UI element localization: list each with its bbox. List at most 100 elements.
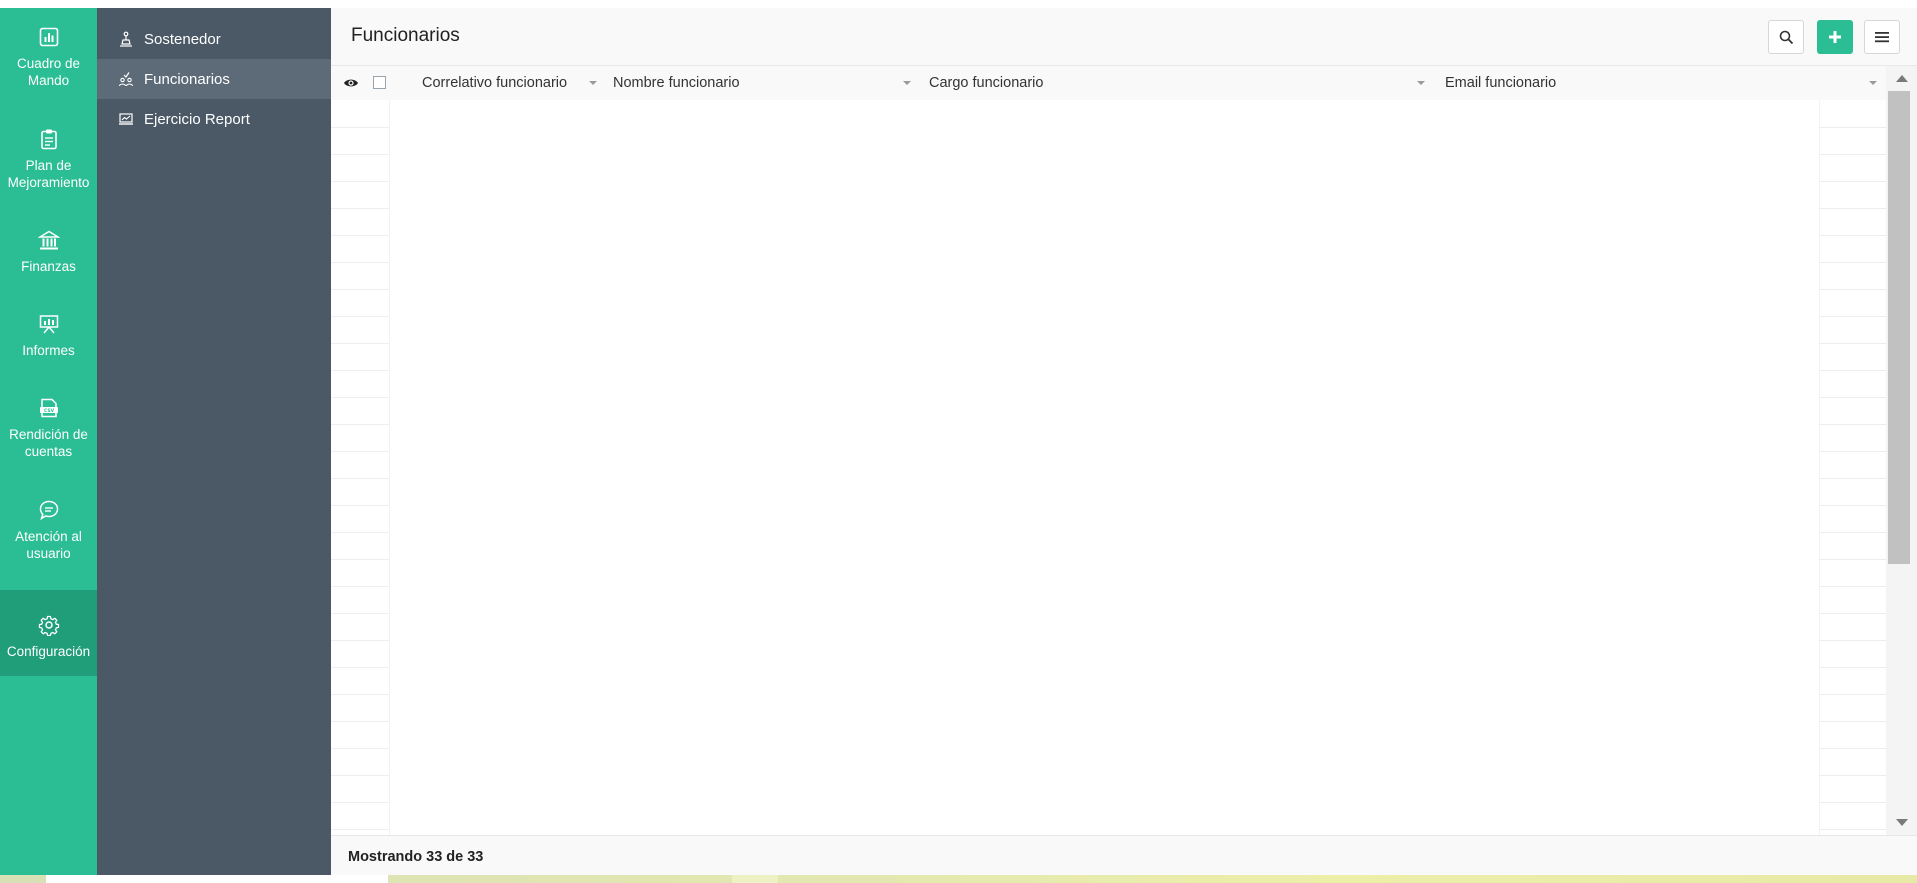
row-separator bbox=[331, 235, 389, 236]
row-separator bbox=[1819, 748, 1886, 749]
sub-nav-item-ejercicio-report[interactable]: Ejercicio Report bbox=[97, 99, 331, 139]
nav-item-label: Informes bbox=[22, 343, 75, 358]
grid-divider bbox=[1819, 100, 1820, 835]
column-header-correlativo[interactable]: Correlativo funcionario bbox=[422, 66, 610, 100]
row-separator bbox=[1819, 532, 1886, 533]
row-separator bbox=[331, 613, 389, 614]
column-header-nombre[interactable]: Nombre funcionario bbox=[613, 66, 919, 100]
nav-item-rendicion-de-cuentas[interactable]: CSV Rendición de cuentas bbox=[0, 397, 97, 460]
row-separator bbox=[331, 829, 389, 830]
row-separator bbox=[1819, 154, 1886, 155]
page-title: Funcionarios bbox=[351, 25, 460, 46]
monitor-chart-icon bbox=[119, 113, 133, 125]
nav-item-cuadro-de-mando[interactable]: Cuadro de Mando bbox=[0, 26, 97, 89]
sub-nav-item-label: Funcionarios bbox=[144, 70, 230, 88]
nav-item-label: Cuadro de Mando bbox=[16, 56, 81, 88]
nav-item-finanzas[interactable]: Finanzas bbox=[0, 229, 97, 275]
svg-text:CSV: CSV bbox=[43, 408, 54, 414]
row-separator bbox=[331, 478, 389, 479]
menu-button[interactable] bbox=[1864, 20, 1900, 54]
search-icon bbox=[1779, 30, 1793, 44]
nav-item-label: Atención al usuario bbox=[15, 529, 82, 561]
sub-nav-item-sostenedor[interactable]: Sostenedor bbox=[97, 19, 331, 59]
row-separator bbox=[1819, 775, 1886, 776]
row-separator bbox=[1819, 289, 1886, 290]
row-separator bbox=[1819, 829, 1886, 830]
row-separator bbox=[331, 154, 389, 155]
row-separator bbox=[1819, 208, 1886, 209]
nav-item-label: Rendición de cuentas bbox=[9, 427, 88, 459]
row-separator bbox=[1819, 262, 1886, 263]
row-separator bbox=[331, 775, 389, 776]
row-separator bbox=[1819, 802, 1886, 803]
nav-item-configuracion[interactable]: Configuración bbox=[0, 590, 97, 676]
row-separator bbox=[331, 667, 389, 668]
sostenedor-icon bbox=[120, 31, 132, 47]
vertical-scrollbar[interactable] bbox=[1886, 66, 1917, 835]
column-header-label: Email funcionario bbox=[1445, 75, 1557, 91]
row-separator bbox=[1819, 667, 1886, 668]
add-button[interactable] bbox=[1817, 20, 1853, 54]
sub-nav-item-funcionarios[interactable]: Funcionarios bbox=[97, 59, 331, 99]
grid-divider bbox=[389, 100, 390, 835]
row-separator bbox=[331, 559, 389, 560]
scroll-up-arrow-icon[interactable] bbox=[1896, 75, 1908, 82]
row-separator bbox=[1819, 586, 1886, 587]
row-separator bbox=[331, 802, 389, 803]
column-header-email[interactable]: Email funcionario bbox=[1445, 66, 1883, 100]
sub-nav-item-label: Sostenedor bbox=[144, 30, 221, 48]
sort-caret-icon bbox=[589, 81, 597, 85]
row-separator bbox=[1819, 343, 1886, 344]
row-separator bbox=[1819, 694, 1886, 695]
bar-chart-icon bbox=[39, 27, 58, 47]
row-separator bbox=[1819, 640, 1886, 641]
sort-caret-icon bbox=[1869, 81, 1877, 85]
row-separator bbox=[331, 586, 389, 587]
row-separator bbox=[1819, 505, 1886, 506]
column-header-cargo[interactable]: Cargo funcionario bbox=[929, 66, 1441, 100]
bank-icon bbox=[37, 230, 60, 250]
chat-bubble-icon bbox=[39, 500, 58, 521]
record-count-status: Mostrando 33 de 33 bbox=[348, 849, 484, 865]
sort-caret-icon bbox=[1417, 81, 1425, 85]
eye-icon bbox=[344, 79, 358, 87]
row-separator bbox=[331, 721, 389, 722]
row-separator bbox=[331, 181, 389, 182]
row-separator bbox=[331, 640, 389, 641]
row-separator bbox=[1819, 613, 1886, 614]
sub-nav: Sostenedor Funcionarios Ejercicio Report bbox=[97, 8, 331, 875]
row-separator bbox=[1819, 559, 1886, 560]
main-nav: Cuadro de Mando Plan de Mejoramiento Fin… bbox=[0, 8, 97, 875]
select-all-checkbox[interactable] bbox=[373, 76, 386, 89]
row-separator bbox=[331, 343, 389, 344]
row-separator bbox=[331, 370, 389, 371]
row-separator bbox=[331, 424, 389, 425]
sub-nav-item-label: Ejercicio Report bbox=[144, 110, 250, 128]
row-separator bbox=[1819, 721, 1886, 722]
row-separator bbox=[331, 262, 389, 263]
nav-item-label: Plan de Mejoramiento bbox=[7, 158, 90, 190]
scrollbar-thumb[interactable] bbox=[1888, 91, 1910, 564]
clipboard-icon bbox=[40, 129, 57, 150]
csv-file-icon: CSV bbox=[39, 398, 58, 418]
row-separator bbox=[1819, 451, 1886, 452]
row-separator bbox=[331, 694, 389, 695]
column-header-label: Cargo funcionario bbox=[929, 75, 1044, 91]
scroll-down-arrow-icon[interactable] bbox=[1896, 819, 1908, 826]
gear-icon bbox=[38, 615, 59, 636]
row-separator bbox=[1819, 478, 1886, 479]
nav-item-label: Finanzas bbox=[21, 259, 76, 274]
hamburger-menu-icon bbox=[1875, 32, 1889, 43]
row-separator bbox=[1819, 424, 1886, 425]
table-body bbox=[331, 100, 1886, 835]
nav-item-plan-de-mejoramiento[interactable]: Plan de Mejoramiento bbox=[0, 128, 97, 191]
row-separator bbox=[1819, 127, 1886, 128]
nav-item-atencion-al-usuario[interactable]: Atención al usuario bbox=[0, 499, 97, 562]
nav-item-informes[interactable]: Informes bbox=[0, 313, 97, 359]
column-visibility-toggle[interactable] bbox=[337, 66, 365, 100]
row-separator bbox=[331, 505, 389, 506]
row-separator bbox=[1819, 181, 1886, 182]
plus-icon bbox=[1829, 31, 1841, 43]
row-separator bbox=[331, 532, 389, 533]
search-button[interactable] bbox=[1768, 20, 1804, 54]
